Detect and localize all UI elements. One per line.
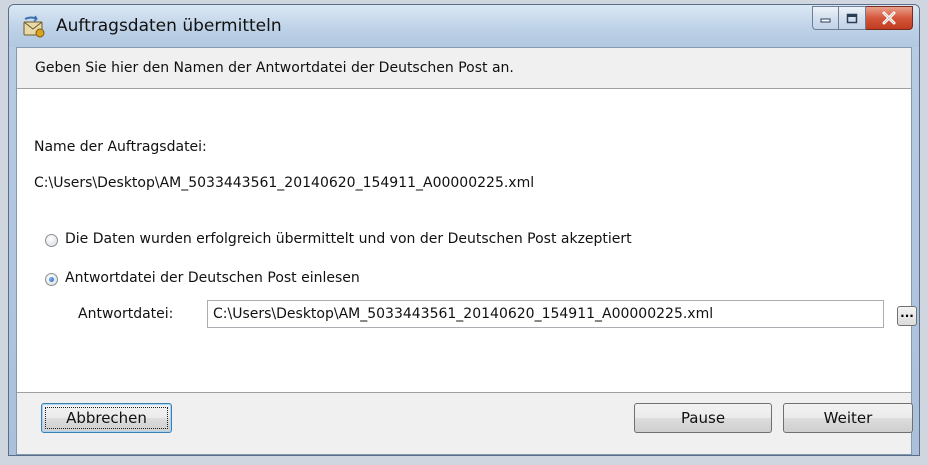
- maximize-button[interactable]: [839, 6, 866, 30]
- radio-button-selected[interactable]: [45, 273, 58, 286]
- maximize-icon: [846, 13, 858, 23]
- button-bar: Abbrechen Pause Weiter: [17, 392, 913, 454]
- cancel-button[interactable]: Abbrechen: [41, 403, 172, 433]
- radio-button[interactable]: [45, 234, 58, 247]
- instruction-text: Geben Sie hier den Namen der Antwortdate…: [35, 60, 514, 76]
- order-file-label: Name der Auftragsdatei:: [34, 139, 207, 155]
- radio-label-read-response[interactable]: Antwortdatei der Deutschen Post einlesen: [65, 270, 360, 286]
- title-bar[interactable]: Auftragsdaten übermitteln: [9, 5, 919, 47]
- close-button[interactable]: [866, 6, 913, 30]
- caption-buttons: [812, 6, 913, 32]
- window-title: Auftragsdaten übermitteln: [56, 16, 282, 36]
- pause-button[interactable]: Pause: [634, 403, 772, 433]
- response-file-label: Antwortdatei:: [78, 306, 174, 322]
- minimize-icon: [820, 18, 830, 23]
- dialog-client-area: Geben Sie hier den Namen der Antwortdate…: [16, 47, 917, 455]
- next-button[interactable]: Weiter: [783, 403, 913, 433]
- response-file-input[interactable]: C:\Users\Desktop\AM_5033443561_20140620_…: [207, 300, 884, 328]
- focus-indicator: [45, 407, 168, 429]
- minimize-button[interactable]: [812, 6, 839, 30]
- browse-button[interactable]: ...: [897, 306, 917, 326]
- next-button-label: Weiter: [823, 409, 873, 427]
- dialog-window: Auftragsdaten übermitteln Geben Sie hier…: [8, 4, 920, 456]
- close-icon: [882, 11, 896, 25]
- radio-label-accepted[interactable]: Die Daten wurden erfolgreich übermittelt…: [65, 231, 632, 247]
- instruction-band: Geben Sie hier den Namen der Antwortdate…: [17, 48, 911, 89]
- pause-button-label: Pause: [680, 409, 726, 427]
- envelope-icon: [23, 15, 45, 38]
- order-file-path: C:\Users\Desktop\AM_5033443561_20140620_…: [34, 175, 535, 191]
